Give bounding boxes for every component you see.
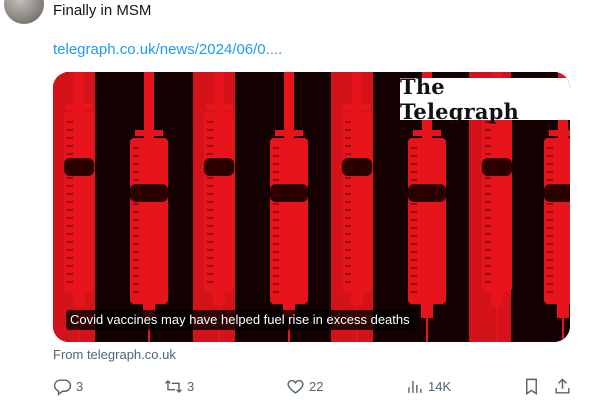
reply-count: 3: [76, 378, 84, 394]
views-button[interactable]: 14K: [405, 374, 451, 398]
logo-text: The Telegraph: [400, 74, 520, 124]
reply-button[interactable]: 3: [53, 374, 83, 398]
like-button[interactable]: 22: [286, 374, 323, 398]
card-source[interactable]: From telegraph.co.uk: [53, 346, 176, 364]
tweet-link[interactable]: telegraph.co.uk/news/2024/06/0....: [53, 40, 282, 60]
action-bar: 3 3 22 14K: [53, 374, 573, 398]
bookmark-icon: [526, 378, 537, 395]
tweet-text: Finally in MSM: [53, 2, 152, 19]
retweet-button[interactable]: 3: [164, 374, 194, 398]
retweet-count: 3: [187, 378, 195, 394]
retweet-icon: [165, 379, 182, 393]
link-card[interactable]: The Telegraph Covid vaccines may have he…: [53, 72, 570, 342]
bookmark-button[interactable]: [522, 374, 541, 398]
share-button[interactable]: [553, 374, 572, 398]
views-count: 14K: [428, 378, 452, 394]
avatar[interactable]: [4, 0, 44, 24]
share-icon: [555, 377, 570, 394]
like-icon: [287, 379, 304, 394]
card-caption: Covid vaccines may have helped fuel rise…: [66, 310, 414, 330]
views-icon: [408, 380, 422, 393]
reply-icon: [53, 378, 72, 396]
telegraph-logo: The Telegraph: [400, 74, 570, 124]
like-count: 22: [309, 378, 324, 394]
